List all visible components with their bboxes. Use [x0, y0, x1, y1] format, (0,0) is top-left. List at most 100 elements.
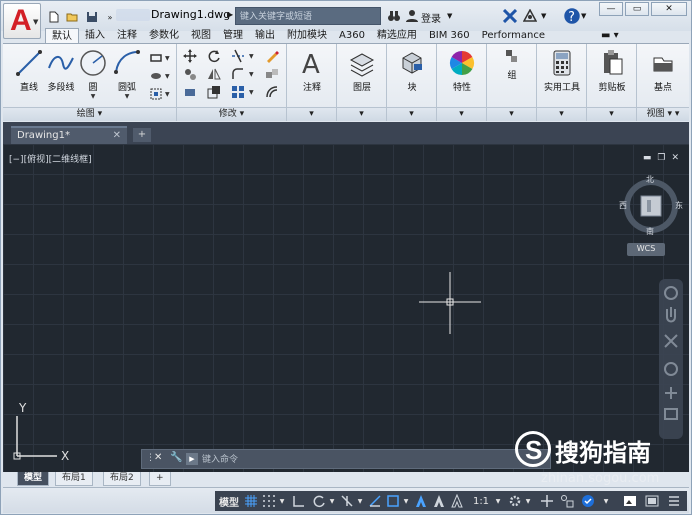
tab-output[interactable]: 输出 — [249, 28, 281, 44]
annotation-button[interactable]: A 注释 — [288, 48, 336, 104]
annotation-scale-value[interactable]: 1:1 — [469, 493, 493, 509]
open-folder-icon[interactable] — [65, 9, 79, 25]
rectangle-icon[interactable] — [147, 50, 165, 66]
chevron-down-icon[interactable]: ▼ — [165, 91, 170, 98]
user-icon[interactable] — [405, 9, 419, 23]
wrench-icon[interactable]: 🔧 — [170, 452, 182, 463]
viewcube-north[interactable]: 北 — [646, 174, 654, 185]
panel-annotation-expand[interactable]: ▾ — [287, 107, 336, 121]
panel-modify-title[interactable]: 修改 ▾ — [177, 107, 286, 121]
panel-draw-title[interactable]: 绘图 ▾ — [3, 107, 176, 121]
properties-button[interactable]: 特性 — [438, 48, 486, 104]
tab-default[interactable]: 默认 — [45, 28, 79, 44]
chevron-down-icon[interactable]: ▼ — [355, 493, 365, 509]
block-button[interactable]: 块 — [388, 48, 436, 104]
file-tab-drawing1[interactable]: Drawing1* ✕ — [11, 126, 127, 144]
chevron-down-icon[interactable]: ▼ — [581, 12, 586, 20]
restore-icon[interactable]: ❐ — [657, 153, 665, 163]
chevron-down-icon[interactable]: ▼ — [601, 493, 611, 509]
close-icon[interactable]: ✕ — [113, 130, 121, 141]
move-icon[interactable] — [181, 48, 199, 64]
base-view-button[interactable]: 基点 — [639, 48, 687, 104]
tab-annotate[interactable]: 注释 — [111, 28, 143, 44]
new-file-icon[interactable] — [47, 9, 61, 25]
tab-layout2[interactable]: 布局2 — [103, 472, 141, 486]
save-icon[interactable] — [85, 9, 99, 25]
tab-a360[interactable]: A360 — [333, 28, 371, 44]
isolate-objects-icon[interactable] — [559, 493, 575, 509]
chevron-down-icon[interactable]: ▼ — [327, 493, 337, 509]
trim-icon[interactable] — [229, 48, 247, 64]
erase-icon[interactable] — [263, 48, 281, 64]
panel-block-expand[interactable]: ▾ — [387, 107, 436, 121]
model-space-button[interactable]: 模型 — [217, 493, 241, 509]
viewport-controls-label[interactable]: [−][俯视][二维线框] — [9, 152, 92, 165]
login-link[interactable]: 登录 — [421, 10, 441, 25]
utilities-button[interactable]: 实用工具 — [538, 48, 586, 104]
auto-scale-icon[interactable] — [431, 493, 447, 509]
chevron-down-icon[interactable]: ▼ — [249, 71, 254, 78]
chevron-down-icon[interactable]: ▼ — [541, 12, 546, 20]
search-input[interactable] — [235, 7, 381, 25]
polar-icon[interactable] — [311, 493, 327, 509]
add-layout-button[interactable]: + — [149, 472, 171, 486]
minimize-icon[interactable]: ▬ — [643, 153, 652, 163]
wcs-menu[interactable]: WCS — [627, 243, 665, 256]
chevron-down-icon[interactable]: ▼ — [165, 55, 170, 62]
viewcube-south[interactable]: 南 — [646, 226, 654, 237]
mirror-icon[interactable] — [205, 66, 223, 82]
chevron-down-icon[interactable]: ▼ — [523, 493, 533, 509]
panel-properties-expand[interactable]: ▾ — [437, 107, 486, 121]
panel-groups-expand[interactable]: ▾ — [487, 107, 536, 121]
help-icon[interactable]: ? — [563, 8, 581, 25]
explode-icon[interactable] — [263, 66, 281, 82]
chevron-down-icon[interactable]: ▼ — [103, 93, 151, 100]
ortho-icon[interactable] — [291, 493, 307, 509]
chevron-down-icon[interactable]: ▼ — [249, 53, 254, 60]
new-tab-button[interactable]: + — [133, 128, 151, 142]
boundary-icon[interactable] — [147, 86, 165, 102]
restore-button[interactable]: ▭ — [625, 2, 649, 16]
chevron-down-icon[interactable]: ▼ — [401, 493, 411, 509]
exchange-icon[interactable] — [503, 9, 517, 23]
drawing-canvas[interactable]: [−][俯视][二维线框] ▬ ❐ ✕ 北 南 东 西 WCS Y X — [3, 144, 689, 472]
object-snap-icon[interactable] — [385, 493, 401, 509]
tab-model[interactable]: 模型 — [17, 472, 50, 486]
grid-icon[interactable] — [243, 493, 259, 509]
search-expand-icon[interactable]: ▶ — [227, 10, 233, 19]
panel-utilities-expand[interactable]: ▾ — [537, 107, 586, 121]
stretch-icon[interactable] — [181, 84, 199, 100]
chevron-down-icon[interactable]: ▼ — [493, 493, 503, 509]
arc-button[interactable]: 圆弧 ▼ — [103, 48, 151, 104]
object-snap-tracking-icon[interactable] — [367, 493, 383, 509]
tab-layout1[interactable]: 布局1 — [55, 472, 93, 486]
viewcube-west[interactable]: 西 — [619, 200, 627, 211]
minimize-button[interactable]: — — [599, 2, 623, 16]
binoculars-icon[interactable] — [387, 9, 401, 23]
command-input[interactable] — [202, 453, 542, 467]
fillet-icon[interactable] — [229, 66, 247, 82]
hatch-icon[interactable] — [147, 68, 165, 84]
viewcube-east[interactable]: 东 — [675, 200, 683, 211]
gear-icon[interactable] — [507, 493, 523, 509]
clipboard-button[interactable]: 剪贴板 — [588, 48, 636, 104]
snap-icon[interactable] — [261, 493, 277, 509]
scale-icon[interactable] — [205, 84, 223, 100]
copy-icon[interactable] — [181, 66, 199, 82]
close-button[interactable]: ✕ — [651, 2, 687, 16]
tab-bim360[interactable]: BIM 360 — [423, 28, 476, 44]
command-prompt-icon[interactable]: ▶ — [186, 453, 198, 465]
close-icon[interactable]: ✕ — [154, 452, 162, 463]
viewcube[interactable]: 北 南 东 西 — [619, 174, 683, 238]
application-menu-button[interactable]: A ▼ — [3, 3, 41, 39]
annotation-visibility-icon[interactable] — [413, 493, 429, 509]
hardware-acceleration-icon[interactable] — [579, 493, 597, 509]
chevron-down-icon[interactable]: ▼ — [165, 73, 170, 80]
tab-insert[interactable]: 插入 — [79, 28, 111, 44]
array-icon[interactable] — [229, 84, 247, 100]
chevron-down-icon[interactable]: ▼ — [447, 12, 452, 20]
chevron-down-icon[interactable]: ▼ — [249, 89, 254, 96]
chevron-down-icon[interactable]: ▼ — [277, 493, 287, 509]
plus-icon[interactable] — [539, 493, 555, 509]
tab-view[interactable]: 视图 — [185, 28, 217, 44]
